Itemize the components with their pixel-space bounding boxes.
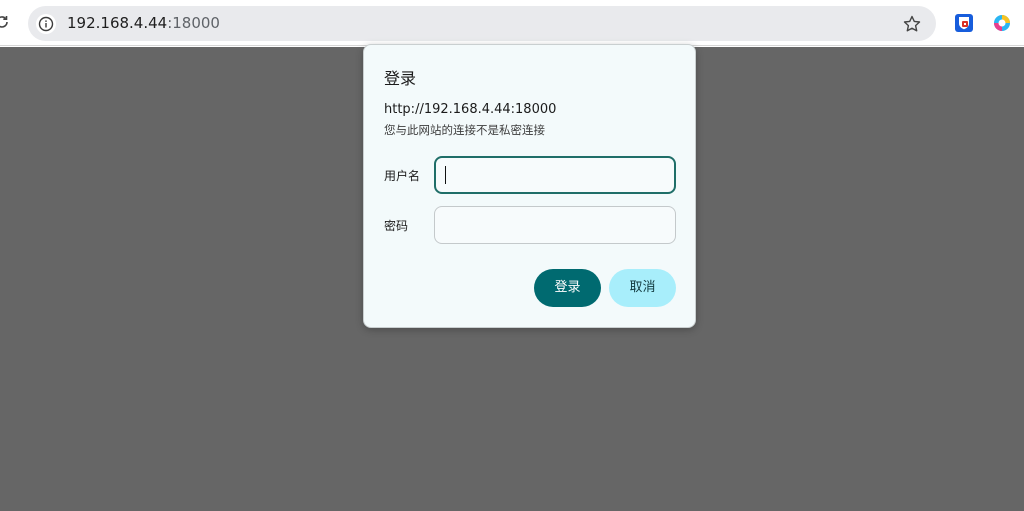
url-text[interactable]: 192.168.4.44:18000 [67, 14, 220, 33]
dialog-origin: http://192.168.4.44:18000 [384, 102, 557, 117]
info-circle-icon[interactable] [36, 14, 56, 34]
edge-copilot-icon[interactable] [992, 13, 1012, 33]
url-port: :18000 [167, 14, 220, 32]
cancel-button[interactable]: 取消 [609, 269, 676, 307]
password-field[interactable] [434, 206, 676, 244]
star-icon[interactable] [902, 14, 922, 34]
address-bar[interactable]: 192.168.4.44:18000 [28, 6, 936, 41]
username-field[interactable] [434, 156, 676, 194]
bitwarden-icon[interactable] [954, 13, 974, 33]
password-label: 密码 [384, 219, 409, 233]
sign-in-dialog: 登录 http://192.168.4.44:18000 您与此网站的连接不是私… [363, 44, 696, 328]
login-button[interactable]: 登录 [534, 269, 601, 307]
connection-warning: 您与此网站的连接不是私密连接 [384, 123, 545, 137]
dialog-title: 登录 [384, 69, 417, 88]
url-host: 192.168.4.44 [67, 14, 168, 32]
browser-toolbar: 192.168.4.44:18000 [0, 0, 1024, 46]
reload-icon[interactable] [0, 14, 10, 30]
username-label: 用户名 [384, 169, 421, 183]
text-cursor [445, 166, 446, 184]
